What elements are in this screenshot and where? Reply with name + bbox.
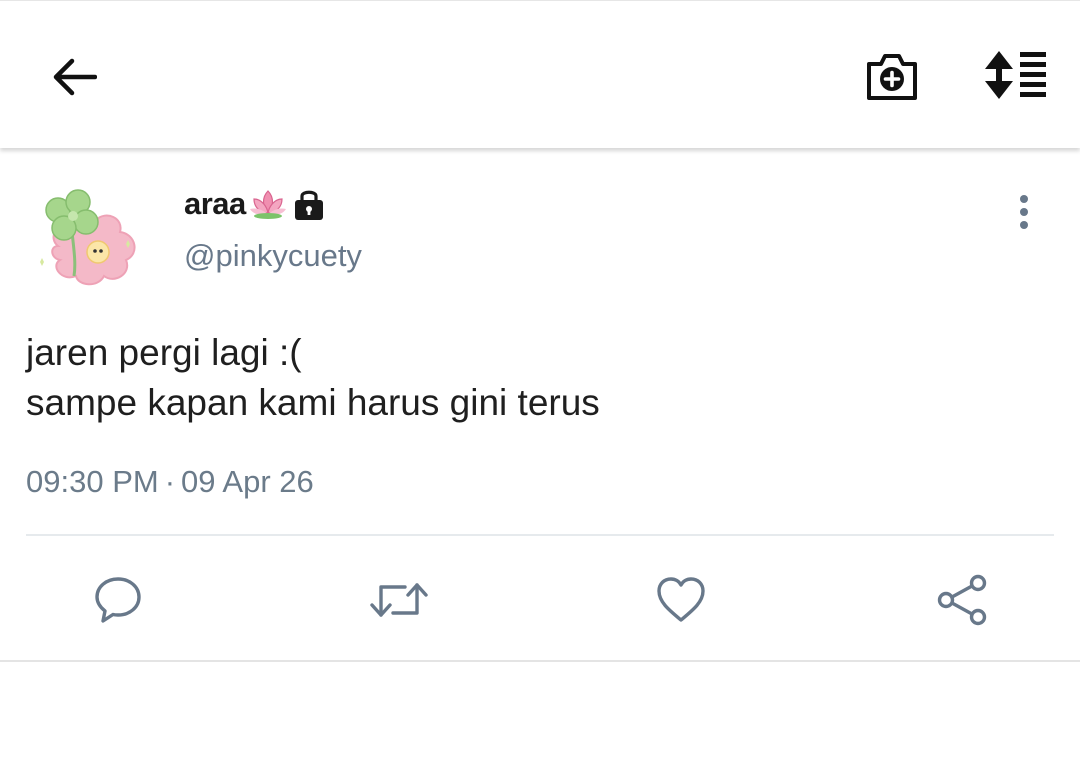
tweet-timestamp: 09:30 PM · 09 Apr 26 (26, 464, 314, 500)
heart-icon (657, 577, 705, 622)
tweet-text-line: jaren pergi lagi :( (26, 332, 302, 373)
camera-add-icon (867, 54, 917, 100)
more-vertical-icon (1020, 195, 1028, 229)
author-handle[interactable]: @pinkycuety (184, 238, 362, 274)
sort-button[interactable] (978, 45, 1054, 105)
tweet-text-line: sampe kapan kami harus gini terus (26, 382, 600, 423)
tweet-detail: araa @pinkycuety jaren pergi lagi:(sam… (0, 150, 1080, 662)
like-button[interactable] (650, 572, 712, 628)
app-bar (0, 0, 1080, 148)
avatar[interactable] (28, 180, 150, 302)
share-button[interactable] (932, 572, 992, 628)
lock-icon (292, 187, 326, 221)
tweet-actions (0, 560, 1080, 640)
arrow-left-icon (53, 58, 97, 96)
tweet-text: jaren pergi lagi :( sampe kapan kami har… (26, 328, 1046, 428)
sort-list-icon (985, 51, 1046, 99)
display-name[interactable]: araa (184, 186, 246, 222)
reply-icon (95, 577, 141, 623)
tweet-date: 09 Apr 26 (181, 464, 314, 499)
add-photo-button[interactable] (858, 43, 926, 109)
more-options-button[interactable] (1004, 190, 1044, 234)
retweet-button[interactable] (366, 572, 432, 628)
back-button[interactable] (42, 45, 106, 109)
divider (26, 534, 1054, 536)
author-name-row: araa (184, 182, 326, 226)
reply-button[interactable] (88, 572, 148, 628)
tweet-time: 09:30 PM (26, 464, 159, 499)
retweet-icon (370, 583, 428, 617)
lotus-icon (248, 187, 288, 221)
share-icon (937, 574, 987, 626)
timestamp-separator: · (164, 464, 176, 499)
tweet-bottom-border (0, 660, 1080, 662)
avatar-image (40, 189, 136, 286)
